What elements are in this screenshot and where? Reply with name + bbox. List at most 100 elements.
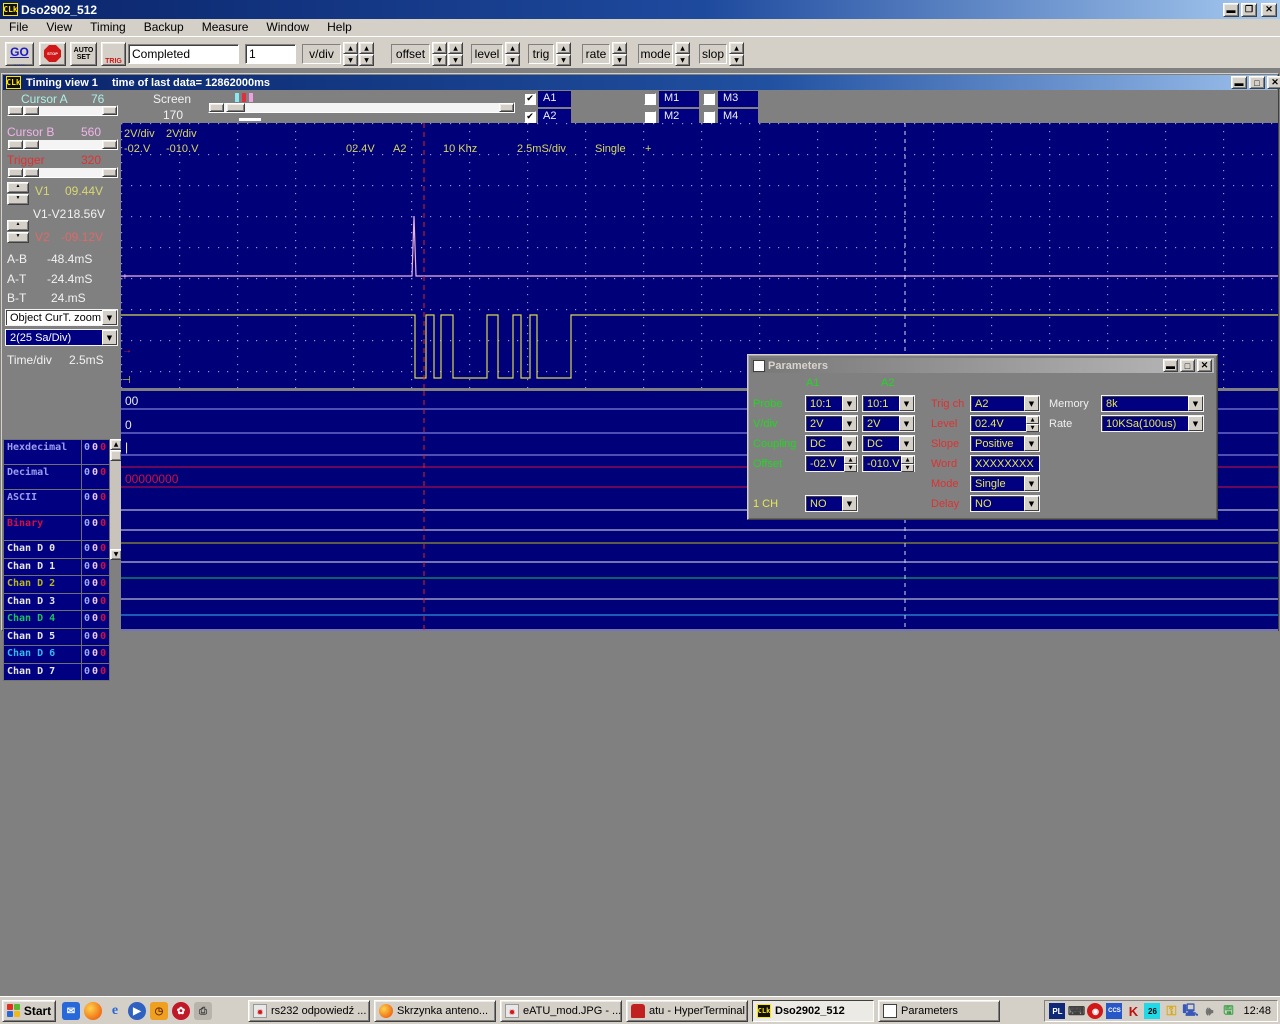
- child-maximize-icon[interactable]: □: [1249, 76, 1265, 89]
- tray-update-icon[interactable]: 🖫: [1220, 1003, 1236, 1019]
- trig-button[interactable]: TRIG: [101, 42, 126, 66]
- quicklaunch-alarm-icon[interactable]: ✿: [172, 1002, 190, 1020]
- keyboard-icon[interactable]: ⌨: [1068, 1003, 1084, 1019]
- offset-spinner-2[interactable]: ▲▼: [448, 42, 463, 66]
- task-button-3[interactable]: atu - HyperTerminal: [626, 1000, 748, 1022]
- channel-row-decimal[interactable]: Decimal000: [3, 465, 110, 491]
- child-minimize-icon[interactable]: ▬: [1231, 76, 1247, 89]
- task-button-5[interactable]: Parameters: [878, 1000, 1000, 1022]
- child-close-icon[interactable]: ✕: [1267, 76, 1280, 89]
- rate-select[interactable]: 10KSa(100us)▼: [1101, 415, 1204, 432]
- v2-down-button[interactable]: ▼: [7, 232, 29, 243]
- v1-down-button[interactable]: ▼: [7, 194, 29, 205]
- menu-item-timing[interactable]: Timing: [81, 19, 135, 36]
- vdiv-spinner-1[interactable]: ▲▼: [343, 42, 358, 66]
- mode-spinner[interactable]: ▲▼: [675, 42, 690, 66]
- word-field[interactable]: XXXXXXXX: [970, 455, 1040, 472]
- tray-key-icon[interactable]: ⚿: [1163, 1003, 1179, 1019]
- menu-item-measure[interactable]: Measure: [193, 19, 258, 36]
- level-spinner[interactable]: ▲▼: [505, 42, 520, 66]
- slope-select[interactable]: Positive▼: [970, 435, 1040, 452]
- parameters-titlebar[interactable]: Parameters ▬ □ ✕: [751, 358, 1214, 373]
- tray-volume-icon[interactable]: 🕪: [1201, 1003, 1217, 1019]
- menu-item-backup[interactable]: Backup: [135, 19, 193, 36]
- tray-antivirus-icon[interactable]: K: [1125, 1003, 1141, 1019]
- trigger-slider[interactable]: [7, 167, 118, 178]
- level-spinner-field[interactable]: 02.4V▲▼: [970, 415, 1040, 432]
- channel-row-chan-d-0[interactable]: Chan D 0000: [3, 541, 110, 559]
- tray-temperature-badge[interactable]: 26: [1144, 1003, 1160, 1019]
- task-button-2[interactable]: eATU_mod.JPG - ...: [500, 1000, 622, 1022]
- minimize-icon[interactable]: ▬: [1223, 3, 1239, 17]
- tray-network-icon[interactable]: 🖳: [1182, 1003, 1198, 1019]
- coupling-a2-select[interactable]: DC▼: [862, 435, 915, 452]
- offset-a2-spinner[interactable]: -010.V▲▼: [862, 455, 915, 472]
- v2-up-button[interactable]: ▲: [7, 220, 29, 231]
- quicklaunch-schedule-icon[interactable]: ◷: [150, 1002, 168, 1020]
- quicklaunch-media-player-icon[interactable]: ▶: [128, 1002, 146, 1020]
- channel-field[interactable]: 1: [245, 44, 296, 64]
- a1-checkbox[interactable]: ✔: [524, 93, 536, 105]
- slop-spinner[interactable]: ▲▼: [729, 42, 744, 66]
- dialog-close-icon[interactable]: ✕: [1197, 359, 1212, 372]
- m3-checkbox[interactable]: [703, 93, 715, 105]
- channel-row-chan-d-3[interactable]: Chan D 3000: [3, 594, 110, 612]
- task-button-4[interactable]: CLkDso2902_512: [752, 1000, 874, 1022]
- cursor-a-slider[interactable]: [7, 105, 118, 116]
- channel-row-chan-d-6[interactable]: Chan D 6000: [3, 646, 110, 664]
- v1-up-button[interactable]: ▲: [7, 182, 29, 193]
- channel-row-chan-d-4[interactable]: Chan D 4000: [3, 611, 110, 629]
- menu-item-window[interactable]: Window: [257, 19, 318, 36]
- coupling-a1-select[interactable]: DC▼: [805, 435, 858, 452]
- channel-row-chan-d-2[interactable]: Chan D 2000: [3, 576, 110, 594]
- tray-ccs-icon[interactable]: CCS: [1106, 1003, 1122, 1019]
- quicklaunch-printer-icon[interactable]: ⎙: [194, 1002, 212, 1020]
- task-button-1[interactable]: Skrzynka anteno...: [374, 1000, 496, 1022]
- stop-button[interactable]: STOP: [39, 42, 66, 66]
- memory-select[interactable]: 8k▼: [1101, 395, 1204, 412]
- go-button[interactable]: GO ﹏﹏: [5, 42, 34, 66]
- quicklaunch-firefox-icon[interactable]: [84, 1002, 102, 1020]
- screen-slider[interactable]: [208, 102, 515, 113]
- vdiv-spinner-2[interactable]: ▲▼: [359, 42, 374, 66]
- mode-select[interactable]: Single▼: [970, 475, 1040, 492]
- language-indicator[interactable]: PL: [1049, 1003, 1065, 1019]
- cursor-b-slider[interactable]: [7, 139, 118, 150]
- a1-zero-marker[interactable]: +: [122, 272, 128, 283]
- vdiv-a2-select[interactable]: 2V▼: [862, 415, 915, 432]
- delay-select[interactable]: NO▼: [970, 495, 1040, 512]
- acquisition-status-field[interactable]: Completed: [128, 44, 239, 64]
- probe-a1-select[interactable]: 10:1▼: [805, 395, 858, 412]
- dialog-maximize-icon[interactable]: □: [1180, 359, 1195, 372]
- channel-row-ascii[interactable]: ASCII000: [3, 490, 110, 516]
- samples-per-div-select[interactable]: 2(25 Sa/Div)▼: [5, 329, 118, 346]
- channel-row-binary[interactable]: Binary000: [3, 516, 110, 542]
- menu-item-file[interactable]: File: [0, 19, 37, 36]
- channel-row-chan-d-5[interactable]: Chan D 5000: [3, 629, 110, 647]
- offset-spinner-1[interactable]: ▲▼: [432, 42, 447, 66]
- close-icon[interactable]: ✕: [1261, 3, 1277, 17]
- a2-ground-marker[interactable]: ⊣: [122, 375, 131, 386]
- autoset-button[interactable]: AUTOSET: [70, 42, 97, 66]
- one-ch-select[interactable]: NO▼: [805, 495, 858, 512]
- m4-checkbox[interactable]: [703, 111, 715, 123]
- m2-checkbox[interactable]: [644, 111, 656, 123]
- a2-checkbox[interactable]: ✔: [524, 111, 536, 123]
- menu-item-help[interactable]: Help: [318, 19, 361, 36]
- trig-spinner[interactable]: ▲▼: [556, 42, 571, 66]
- quicklaunch-ie-icon[interactable]: e: [106, 1002, 124, 1020]
- channel-row-hexdecimal[interactable]: Hexdecimal000: [3, 439, 110, 465]
- offset-a1-spinner[interactable]: -02.V▲▼: [805, 455, 858, 472]
- tray-mute-icon[interactable]: ◉: [1087, 1003, 1103, 1019]
- trigger-level-marker[interactable]: →: [122, 345, 132, 356]
- rate-spinner[interactable]: ▲▼: [612, 42, 627, 66]
- dialog-minimize-icon[interactable]: ▬: [1163, 359, 1178, 372]
- probe-a2-select[interactable]: 10:1▼: [862, 395, 915, 412]
- start-button[interactable]: Start: [2, 1000, 56, 1022]
- clock[interactable]: 12:48: [1243, 1005, 1271, 1017]
- channel-row-chan-d-7[interactable]: Chan D 7000: [3, 664, 110, 682]
- m1-checkbox[interactable]: [644, 93, 656, 105]
- vdiv-a1-select[interactable]: 2V▼: [805, 415, 858, 432]
- zoom-mode-select[interactable]: Object CurT. zoom▼: [5, 309, 118, 326]
- quicklaunch-mail-icon[interactable]: ✉: [62, 1002, 80, 1020]
